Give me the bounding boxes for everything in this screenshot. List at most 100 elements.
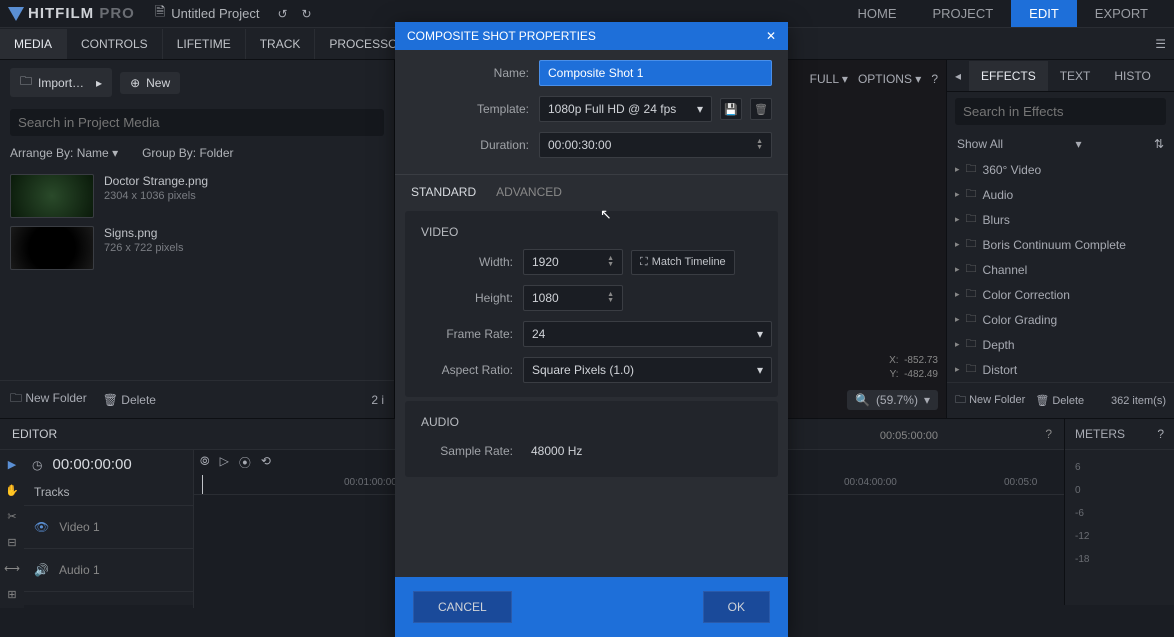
list-icon[interactable]: ☰ <box>1155 37 1174 51</box>
match-timeline-button[interactable]: ⛶Match Timeline <box>631 250 735 275</box>
editor-timecode[interactable]: 00:00:00:00 <box>52 456 131 473</box>
hand-tool-icon[interactable]: ✋ <box>4 482 20 498</box>
effects-folder[interactable]: ▸🗀Color Correction <box>947 282 1174 307</box>
slice-tool-icon[interactable]: ✂ <box>4 508 20 524</box>
effects-folder[interactable]: ▸🗀360° Video <box>947 157 1174 182</box>
name-input[interactable]: Composite Shot 1 <box>539 60 772 86</box>
height-input[interactable]: 1080▲▼ <box>523 285 623 311</box>
help-icon[interactable]: ? <box>1045 427 1052 441</box>
rate-tool-icon[interactable]: ⟷ <box>4 560 20 576</box>
logo-icon <box>8 7 24 21</box>
save-template-icon[interactable]: 💾 <box>720 98 742 120</box>
tab-lifetime[interactable]: LIFETIME <box>163 29 246 59</box>
undo-icon[interactable]: ↺ <box>277 7 287 21</box>
aspect-dropdown[interactable]: Square Pixels (1.0)▾ <box>523 357 772 383</box>
new-folder-button[interactable]: 🗀 New Folder <box>955 391 1025 410</box>
zoom-control[interactable]: 🔍 (59.7%) ▾ <box>847 390 938 410</box>
help-icon[interactable]: ? <box>1157 427 1164 441</box>
import-button[interactable]: 🗀 Import… ▸ <box>10 68 112 97</box>
effects-folder[interactable]: ▸🗀Blurs <box>947 207 1174 232</box>
effects-folder-label: Distort <box>983 363 1018 377</box>
effects-folder[interactable]: ▸🗀Distort <box>947 357 1174 382</box>
meter-scale-value: -18 <box>1075 548 1164 571</box>
delete-button[interactable]: 🗑 Delete <box>1035 394 1084 407</box>
chevron-right-icon: ▸ <box>955 289 960 300</box>
show-all-dropdown[interactable]: Show All <box>957 137 1003 151</box>
speaker-icon[interactable]: 🔊 <box>34 563 49 577</box>
close-icon[interactable]: ✕ <box>766 29 776 43</box>
media-item-dims: 726 x 722 pixels <box>104 242 184 254</box>
slip-tool-icon[interactable]: ⊞ <box>4 586 20 602</box>
media-item[interactable]: Signs.png 726 x 722 pixels <box>10 222 384 274</box>
chevron-down-icon[interactable]: ▾ <box>1075 137 1081 151</box>
full-dropdown[interactable]: FULL ▾ <box>810 72 848 86</box>
search-media-input[interactable] <box>10 109 384 136</box>
tab-text[interactable]: TEXT <box>1048 61 1103 91</box>
folder-icon: 🗀 <box>966 160 977 179</box>
composite-shot-dialog: COMPOSITE SHOT PROPERTIES ✕ Name: Compos… <box>395 22 788 637</box>
chevron-right-icon: ▸ <box>955 314 960 325</box>
effects-folder[interactable]: ▸🗀Depth <box>947 332 1174 357</box>
aspect-label: Aspect Ratio: <box>411 363 523 377</box>
tab-media[interactable]: MEDIA <box>0 29 67 59</box>
delete-template-icon[interactable]: 🗑 <box>750 98 772 120</box>
options-dropdown[interactable]: OPTIONS ▾ <box>858 72 921 86</box>
effects-folder[interactable]: ▸🗀Color Grading <box>947 307 1174 332</box>
nav-project[interactable]: PROJECT <box>914 0 1011 27</box>
help-icon[interactable]: ? <box>931 72 938 86</box>
delete-button[interactable]: 🗑 Delete <box>103 393 156 407</box>
nav-home[interactable]: HOME <box>839 0 914 27</box>
effects-folder-label: Audio <box>983 188 1014 202</box>
folder-icon: 🗀 <box>966 335 977 354</box>
effects-folder[interactable]: ▸🗀Audio <box>947 182 1174 207</box>
template-dropdown[interactable]: 1080p Full HD @ 24 fps▾ <box>539 96 712 122</box>
media-thumbnail <box>10 226 94 270</box>
tab-standard[interactable]: STANDARD <box>411 185 476 199</box>
playhead[interactable] <box>202 475 203 494</box>
video-track-1[interactable]: 👁 Video 1 <box>24 506 193 549</box>
framerate-label: Frame Rate: <box>411 327 523 341</box>
ruler-mark: 00:05:0 <box>1004 477 1037 488</box>
tab-effects[interactable]: EFFECTS <box>969 61 1048 91</box>
media-item-dims: 2304 x 1036 pixels <box>104 190 208 202</box>
nav-export[interactable]: EXPORT <box>1077 0 1166 27</box>
scroll-left-icon[interactable]: ◂ <box>947 69 969 83</box>
folder-icon: 🗀 <box>966 310 977 329</box>
new-folder-button[interactable]: 🗀 New Folder <box>10 389 87 410</box>
search-effects-input[interactable] <box>955 98 1166 125</box>
play-icon[interactable]: ▷ <box>220 454 229 471</box>
audio-track-1[interactable]: 🔊 Audio 1 <box>24 549 193 592</box>
width-label: Width: <box>411 255 523 269</box>
new-button[interactable]: ⊕ New <box>120 72 180 94</box>
ok-button[interactable]: OK <box>703 591 770 623</box>
prev-frame-icon[interactable]: ⦾ <box>200 454 210 471</box>
tab-controls[interactable]: CONTROLS <box>67 29 163 59</box>
tab-advanced[interactable]: ADVANCED <box>496 185 562 199</box>
effects-folder[interactable]: ▸🗀Boris Continuum Complete <box>947 232 1174 257</box>
cancel-button[interactable]: CANCEL <box>413 591 512 623</box>
group-by-dropdown[interactable]: Group By: Folder <box>142 146 233 160</box>
width-input[interactable]: 1920▲▼ <box>523 249 623 275</box>
project-name[interactable]: 🗎 Untitled Project <box>155 3 260 25</box>
name-label: Name: <box>411 66 539 80</box>
select-tool-icon[interactable]: ▶ <box>4 456 20 472</box>
loop-icon[interactable]: ⟲ <box>261 454 271 471</box>
media-item[interactable]: Doctor Strange.png 2304 x 1036 pixels <box>10 170 384 222</box>
samplerate-dropdown[interactable]: 48000 Hz <box>523 439 772 463</box>
tab-history[interactable]: HISTO <box>1102 61 1162 91</box>
duration-input[interactable]: 00:00:30:00▲▼ <box>539 132 772 158</box>
eye-icon[interactable]: 👁 <box>34 520 49 534</box>
framerate-dropdown[interactable]: 24▾ <box>523 321 772 347</box>
nav-edit[interactable]: EDIT <box>1011 0 1077 27</box>
sort-icon[interactable]: ⇅ <box>1154 137 1164 151</box>
media-item-name: Doctor Strange.png <box>104 174 208 188</box>
redo-icon[interactable]: ↻ <box>302 7 312 21</box>
arrange-by-dropdown[interactable]: Arrange By: Name ▾ <box>10 146 118 160</box>
effects-folder[interactable]: ▸🗀Channel <box>947 257 1174 282</box>
next-frame-icon[interactable]: ⦿ <box>239 454 251 471</box>
chevron-right-icon: ▸ <box>955 164 960 175</box>
viewer-coordinates: X: -852.73 Y: -482.49 <box>889 354 938 382</box>
snap-tool-icon[interactable]: ⊟ <box>4 534 20 550</box>
effects-folder-label: Color Correction <box>983 288 1070 302</box>
tab-track[interactable]: TRACK <box>246 29 316 59</box>
